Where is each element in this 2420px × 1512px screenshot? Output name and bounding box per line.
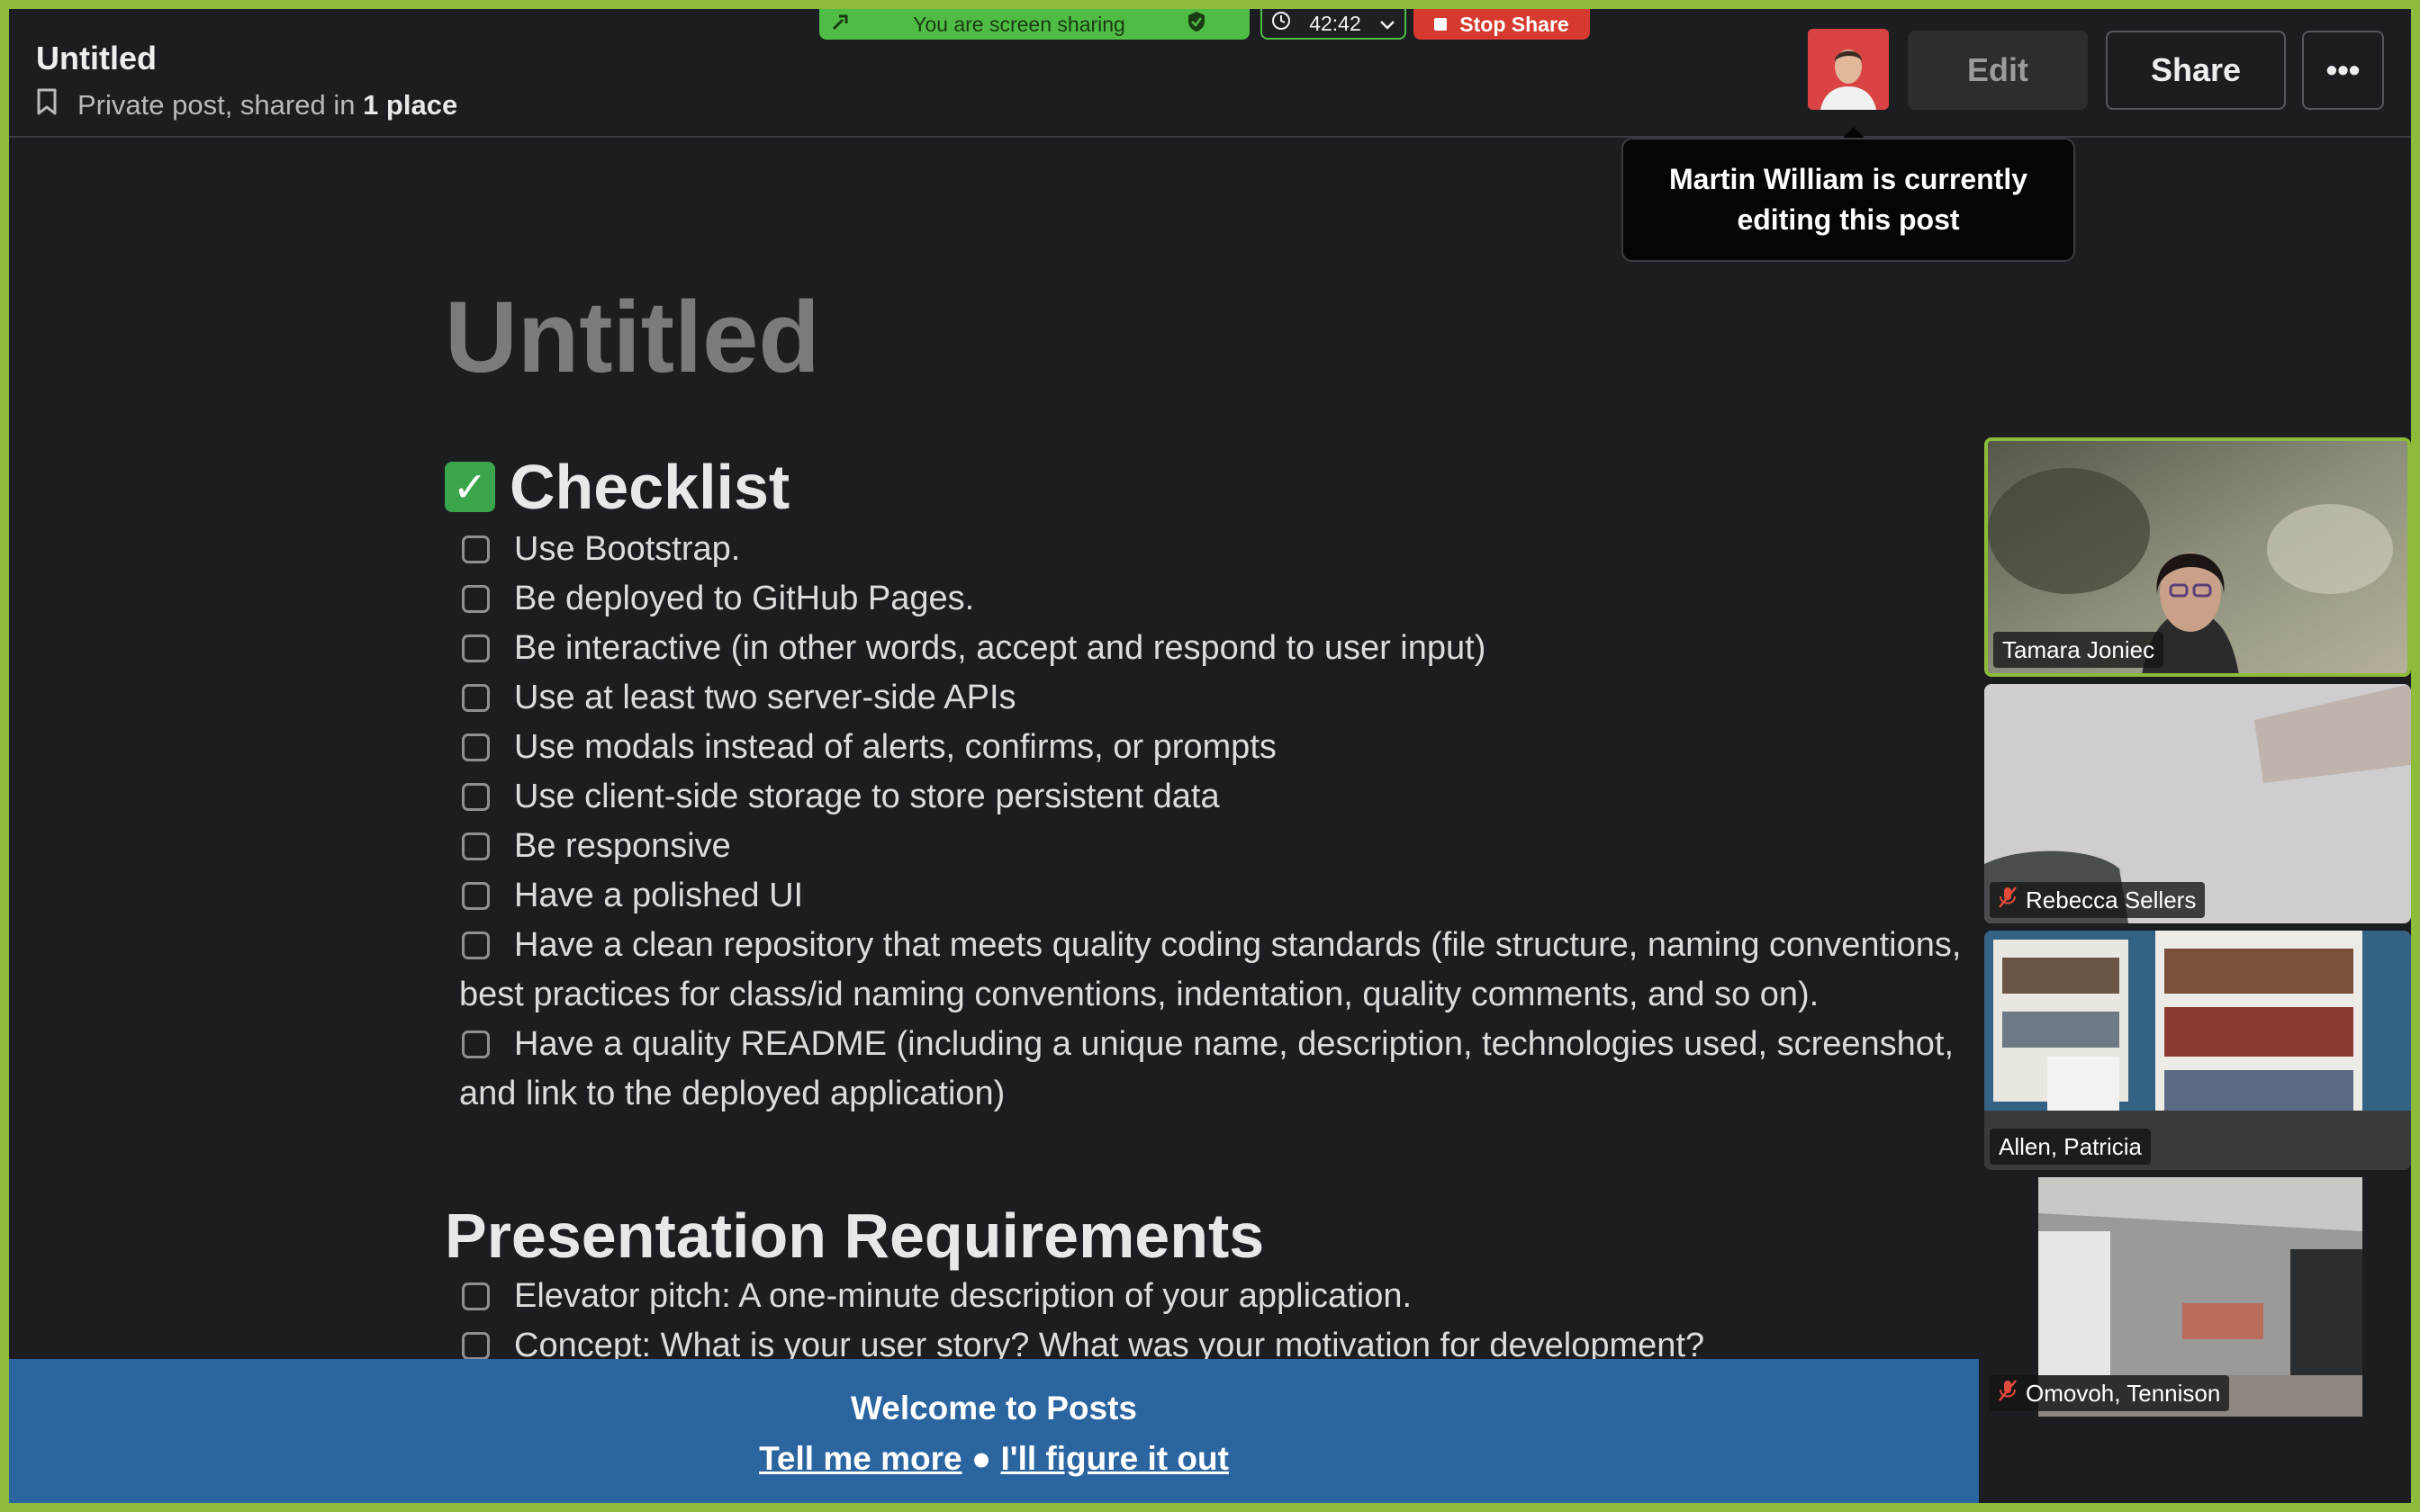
share-button[interactable]: Share [2106, 31, 2286, 110]
list-item-text: Use modals instead of alerts, confirms, … [514, 728, 1277, 766]
list-item: Use client-side storage to store persist… [459, 772, 1990, 822]
list-item: Use modals instead of alerts, confirms, … [459, 723, 1990, 772]
list-item: Have a quality README (including a uniqu… [459, 1020, 1990, 1119]
screen-share-status-text: You are screen sharing [913, 12, 1125, 36]
checkbox[interactable] [462, 1030, 490, 1058]
list-item-text: Have a polished UI [514, 877, 804, 914]
checkbox[interactable] [462, 832, 490, 860]
check-mark-icon: ✓ [445, 462, 495, 512]
list-item: Use at least two server-side APIs [459, 673, 1990, 723]
participant-name: Tamara Joniec [2002, 635, 2155, 663]
clock-icon [1271, 11, 1291, 36]
checkbox[interactable] [462, 585, 490, 613]
shared-places-count[interactable]: 1 place [363, 89, 457, 121]
section-heading-text: Presentation Requirements [445, 1201, 1265, 1271]
video-tile[interactable]: Rebecca Sellers [1984, 684, 2411, 923]
microphone-muted-icon [1999, 1379, 2017, 1408]
video-tile[interactable]: Allen, Patricia [1984, 931, 2411, 1170]
list-item-text: Have a clean repository that meets quali… [459, 926, 1962, 1013]
participant-name-tag: Omovoh, Tennison [1990, 1375, 2230, 1411]
sharing-info[interactable]: Private post, shared in 1 place [36, 88, 457, 122]
section-heading-text: Checklist [510, 452, 790, 522]
checkbox[interactable] [462, 783, 490, 811]
edit-button[interactable]: Edit [1908, 31, 2088, 110]
banner-links: Tell me more ● I'll figure it out [9, 1440, 1979, 1478]
banner-separator: ● [971, 1440, 992, 1477]
participant-name: Allen, Patricia [1999, 1132, 2142, 1160]
drag-handle-icon[interactable] [830, 11, 852, 38]
stop-icon [1434, 18, 1448, 31]
checkbox[interactable] [462, 1282, 490, 1310]
share-timer[interactable]: 42:42 [1260, 9, 1406, 40]
sharing-info-text: Private post, shared in [77, 89, 356, 121]
checkbox[interactable] [462, 536, 490, 563]
list-item: Be responsive [459, 822, 1990, 871]
checkbox[interactable] [462, 882, 490, 910]
section-heading-presentation: Presentation Requirements [445, 1200, 1264, 1272]
list-item-text: Have a quality README (including a uniqu… [459, 1025, 1955, 1112]
screen-share-status[interactable]: You are screen sharing [819, 9, 1250, 40]
chevron-down-icon[interactable] [1379, 12, 1395, 36]
timer-value: 42:42 [1309, 11, 1361, 35]
more-icon: ••• [2325, 51, 2361, 88]
checkbox[interactable] [462, 684, 490, 712]
checkbox[interactable] [462, 932, 490, 959]
editing-tooltip: Martin William is currently editing this… [1621, 138, 2075, 262]
list-item-text: Be deployed to GitHub Pages. [514, 580, 975, 617]
participant-name: Rebecca Sellers [2026, 886, 2197, 914]
list-item-text: Be interactive (in other words, accept a… [514, 629, 1486, 667]
list-item: Use Bootstrap. [459, 525, 1990, 574]
banner-title: Welcome to Posts [850, 1390, 1137, 1426]
checkbox[interactable] [462, 734, 490, 761]
section-heading-checklist: ✓ Checklist [445, 451, 790, 523]
list-item-text: Elevator pitch: A one-minute description… [514, 1277, 1413, 1315]
dismiss-banner-link[interactable]: I'll figure it out [1001, 1440, 1229, 1477]
video-tile[interactable]: Omovoh, Tennison [1984, 1177, 2411, 1417]
editor-avatar[interactable] [1808, 29, 1889, 110]
checkbox[interactable] [462, 1332, 490, 1360]
participant-name: Omovoh, Tennison [2026, 1379, 2221, 1407]
video-tile[interactable]: Tamara Joniec [1984, 437, 2411, 677]
welcome-banner: Welcome to Posts Tell me more ● I'll fig… [9, 1359, 1979, 1503]
list-item-text: Use at least two server-side APIs [514, 679, 1016, 716]
post-window: Untitled Private post, shared in 1 place… [9, 9, 2411, 1503]
checklist: Use Bootstrap. Be deployed to GitHub Pag… [459, 525, 1990, 1119]
post-title[interactable]: Untitled [445, 279, 820, 395]
shield-check-icon [1187, 11, 1206, 38]
stop-share-button[interactable]: Stop Share [1413, 9, 1590, 40]
presentation-checklist: Elevator pitch: A one-minute description… [459, 1272, 1990, 1371]
list-item: Have a clean repository that meets quali… [459, 921, 1990, 1020]
participant-name-tag: Tamara Joniec [1993, 632, 2164, 668]
microphone-muted-icon [1999, 886, 2017, 915]
list-item-text: Use client-side storage to store persist… [514, 778, 1220, 815]
list-item: Have a polished UI [459, 871, 1990, 921]
list-item: Elevator pitch: A one-minute description… [459, 1272, 1990, 1321]
screen-share-toolbar: You are screen sharing 42:42 Stop Share [819, 9, 1590, 40]
stop-share-label: Stop Share [1459, 12, 1569, 36]
participant-name-tag: Allen, Patricia [1990, 1129, 2151, 1165]
participant-name-tag: Rebecca Sellers [1990, 882, 2206, 918]
doc-title: Untitled [36, 40, 157, 76]
list-item-text: Be responsive [514, 827, 731, 865]
list-item: Be deployed to GitHub Pages. [459, 574, 1990, 624]
bookmark-icon[interactable] [36, 88, 58, 122]
checkbox[interactable] [462, 634, 490, 662]
more-options-button[interactable]: ••• [2302, 31, 2384, 110]
tell-me-more-link[interactable]: Tell me more [759, 1440, 962, 1477]
list-item-text: Use Bootstrap. [514, 530, 741, 568]
list-item: Be interactive (in other words, accept a… [459, 624, 1990, 673]
